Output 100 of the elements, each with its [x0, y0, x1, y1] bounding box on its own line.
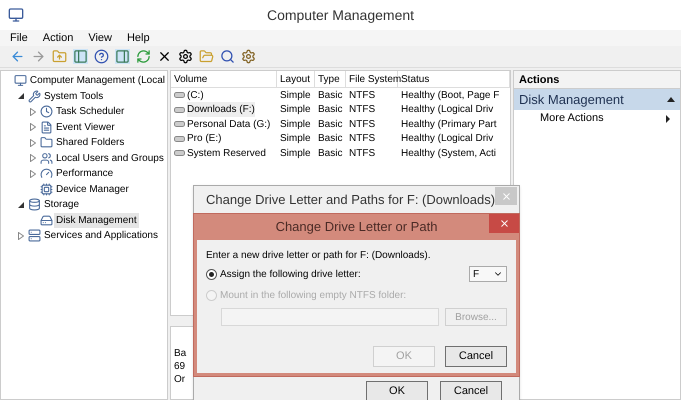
column-header[interactable]: Type	[315, 71, 346, 87]
users-icon	[40, 152, 53, 165]
tree-item[interactable]: Event Viewer	[54, 120, 117, 135]
folder-path-field[interactable]	[221, 308, 439, 326]
table-cell[interactable]: Pro (E:)	[187, 131, 222, 146]
table-cell-text: Healthy (Logical Driv	[401, 103, 494, 118]
gauge-icon	[40, 167, 53, 180]
server-icon	[28, 229, 41, 242]
radio-label: Mount in the following empty NTFS folder:	[220, 288, 406, 302]
close-icon	[500, 190, 512, 202]
table-cell-text: Simple	[280, 132, 311, 146]
menu-item[interactable]: Action	[42, 30, 74, 46]
table-cell-text: NTFS	[349, 146, 376, 161]
collapsed-icon[interactable]	[30, 123, 36, 132]
dialog-button[interactable]: OK	[366, 381, 428, 400]
table-cell[interactable]: Personal Data (G:)	[187, 116, 270, 132]
close-icon[interactable]	[157, 49, 172, 64]
folder-icon	[40, 136, 53, 150]
tree-item[interactable]: System Tools	[42, 88, 106, 104]
table-cell[interactable]: (C:)	[187, 88, 204, 103]
menu-item[interactable]: View	[88, 30, 112, 46]
prompt-text: Enter a new drive letter or path for F: (Downloads).	[206, 249, 431, 263]
menu-item[interactable]: File	[10, 30, 28, 46]
tree-item[interactable]: Computer Management (Local	[28, 73, 167, 88]
drive-icon	[174, 136, 185, 142]
table-cell-text: Healthy (System, Acti	[401, 146, 496, 161]
settings-icon[interactable]	[241, 49, 256, 64]
table-cell-text: Simple	[280, 88, 311, 103]
forward-icon[interactable]	[31, 49, 46, 64]
wrench-icon	[28, 90, 41, 103]
close-button[interactable]	[489, 214, 519, 233]
drive-icon	[174, 106, 185, 113]
table-cell-text: Simple	[280, 118, 311, 132]
dialog-button[interactable]: Cancel	[440, 381, 502, 400]
table-cell-text: Simple	[280, 103, 311, 118]
radio-label: Assign the following drive letter:	[220, 268, 361, 282]
table-cell-text: Basic	[318, 118, 342, 132]
collapsed-icon[interactable]	[30, 154, 36, 162]
table-cell-text: Simple	[280, 146, 311, 161]
disk-label: 69	[174, 360, 186, 373]
radio-button[interactable]	[206, 268, 217, 280]
column-header[interactable]: Layout	[277, 71, 315, 87]
dialog-title: Change Drive Letter and Paths for F: (Downloads)	[206, 191, 496, 210]
chip-icon	[40, 182, 53, 196]
table-cell[interactable]: Downloads (F:)	[187, 102, 255, 118]
table-cell-text: Healthy (Boot, Page F	[401, 88, 500, 103]
collapsed-icon[interactable]	[30, 138, 36, 147]
expanded-icon[interactable]	[18, 202, 24, 208]
tree-item[interactable]: Storage	[42, 197, 82, 212]
database-icon	[28, 198, 41, 212]
tree-item[interactable]: Device Manager	[54, 182, 131, 197]
menu-item[interactable]: Help	[126, 30, 150, 46]
panel-icon[interactable]	[115, 49, 130, 64]
tree-item[interactable]: Services and Applications	[42, 228, 160, 244]
column-header[interactable]: Volume	[171, 71, 277, 87]
drive-letter-dropdown[interactable]: F	[469, 266, 507, 282]
action-link[interactable]: More Actions	[514, 110, 680, 127]
table-cell-text: NTFS	[349, 103, 376, 118]
document-icon	[40, 120, 53, 134]
collapsed-icon[interactable]	[30, 108, 36, 116]
table-cell-text: Basic	[318, 146, 342, 161]
disk-label: Or	[174, 373, 186, 386]
drive-icon	[174, 92, 185, 98]
help-icon[interactable]	[94, 49, 109, 64]
dialog-button[interactable]: Cancel	[445, 346, 507, 367]
collapse-icon[interactable]	[667, 97, 675, 102]
table-cell-text: Basic	[318, 132, 342, 146]
drive-icon	[40, 214, 53, 227]
search-icon[interactable]	[220, 49, 235, 64]
submenu-arrow-icon	[666, 114, 670, 122]
back-icon[interactable]	[10, 49, 25, 64]
table-cell-text: Healthy (Primary Part	[401, 118, 497, 132]
tree-item[interactable]: Disk Management	[54, 212, 139, 228]
panel-icon[interactable]	[73, 49, 88, 64]
table-cell-text: NTFS	[349, 88, 376, 103]
clock-icon	[40, 105, 53, 118]
collapsed-icon[interactable]	[18, 232, 24, 240]
disk-label: Ba	[174, 347, 186, 360]
tree-item[interactable]: Shared Folders	[54, 135, 126, 150]
drive-icon	[174, 121, 185, 128]
expanded-icon[interactable]	[18, 93, 24, 100]
table-cell-text: NTFS	[349, 132, 376, 146]
table-cell-text: Healthy (Logical Driv	[401, 132, 494, 146]
tree-item[interactable]: Local Users and Groups	[54, 150, 166, 166]
table-cell-text: NTFS	[349, 118, 376, 132]
table-cell[interactable]: System Reserved	[187, 146, 266, 161]
close-icon	[498, 218, 510, 229]
dialog-title: Change Drive Letter or Path	[274, 218, 438, 236]
tree-item[interactable]: Task Scheduler	[54, 104, 126, 120]
computer-icon	[14, 74, 27, 88]
table-cell-text: Basic	[318, 103, 342, 118]
folder-up-icon[interactable]	[52, 49, 67, 64]
collapsed-icon[interactable]	[30, 170, 36, 178]
folder-icon[interactable]	[199, 49, 214, 64]
actions-section[interactable]: Disk Management	[514, 89, 680, 110]
column-header[interactable]: File System	[346, 71, 398, 87]
window-title: Computer Management	[266, 6, 416, 25]
table-cell-text: Basic	[318, 88, 342, 103]
tree-item[interactable]: Performance	[54, 166, 116, 182]
refresh-icon[interactable]	[136, 49, 151, 64]
